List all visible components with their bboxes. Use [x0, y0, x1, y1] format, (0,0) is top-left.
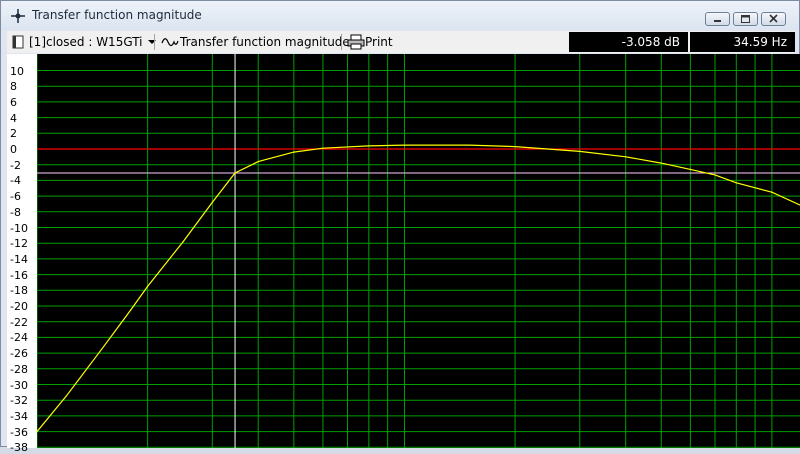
title-bar[interactable]: Transfer function magnitude — [1, 1, 799, 30]
curve-point — [368, 145, 370, 147]
y-tick-label: -6 — [10, 190, 21, 204]
y-tick-label: 0 — [10, 143, 17, 156]
curve-point — [182, 241, 184, 243]
y-tick-label: 2 — [10, 127, 17, 141]
y-tick-label: 10 — [10, 64, 24, 78]
curve-point — [293, 151, 295, 153]
y-tick-label: -28 — [10, 362, 28, 376]
y-tick-label: -2 — [10, 158, 21, 172]
y-tick-label: -12 — [10, 237, 28, 251]
y-tick-label: -32 — [10, 394, 28, 408]
curve-point — [660, 162, 662, 164]
toolbar-separator — [154, 34, 155, 50]
crosshair-icon — [11, 9, 25, 23]
y-tick-label: -4 — [10, 174, 21, 188]
y-tick-label: -26 — [10, 347, 28, 361]
print-button[interactable]: Print — [347, 31, 393, 53]
y-tick-label: -16 — [10, 268, 28, 282]
curve-point — [211, 201, 213, 203]
magnitude-plot[interactable] — [37, 54, 800, 448]
y-tick-label: 4 — [10, 111, 17, 125]
curve-point — [625, 156, 627, 158]
measurement-label: [1]closed : W15GTi — [29, 35, 143, 49]
printer-icon — [347, 34, 365, 50]
level-readout: -3.058 dB — [569, 32, 688, 52]
view-selector[interactable]: Transfer function magnitude — [160, 31, 370, 53]
curve-point — [65, 395, 67, 397]
curve-point — [579, 150, 581, 152]
curve-point — [234, 172, 236, 174]
waveform-icon — [161, 38, 179, 47]
y-tick-label: -24 — [10, 331, 28, 345]
y-tick-label: -20 — [10, 300, 28, 313]
y-tick-label: 8 — [10, 80, 17, 94]
frequency-readout: 34.59 Hz — [690, 32, 795, 52]
y-tick-label: -18 — [10, 284, 28, 298]
close-icon — [769, 14, 778, 23]
y-tick-label: -22 — [10, 315, 28, 329]
curve-point — [689, 168, 692, 170]
curve-point — [403, 144, 406, 146]
y-tick-label: -34 — [10, 409, 28, 423]
window-title: Transfer function magnitude — [32, 8, 202, 22]
toolbar-separator — [341, 34, 342, 50]
print-label: Print — [365, 35, 393, 49]
close-button[interactable] — [761, 12, 786, 26]
plot-background — [37, 54, 800, 448]
curve-point — [514, 146, 516, 148]
maximize-icon — [741, 15, 750, 23]
minimize-button[interactable] — [705, 12, 730, 26]
curve-point — [130, 309, 132, 311]
curve-point — [468, 144, 470, 146]
y-tick-label: -30 — [10, 378, 28, 392]
y-tick-label: -14 — [10, 252, 28, 266]
curve-point — [101, 348, 103, 350]
curve-point — [714, 174, 716, 176]
y-tick-label: 6 — [10, 95, 17, 109]
y-tick-label: -10 — [10, 221, 28, 235]
plot-area[interactable]: 10 8 6 4 2 0 -2 -4 -6 -8 -10 -12 -14 -16 -18 -20 -22 -24 -… — [7, 54, 800, 453]
y-axis: 10 8 6 4 2 0 -2 -4 -6 -8 -10 -12 -14 -16 -18 -20 -22 -24 -… — [7, 54, 37, 453]
document-icon — [12, 35, 24, 49]
chevron-down-icon — [147, 40, 156, 44]
curve-point — [771, 191, 773, 193]
curve-point — [257, 161, 259, 163]
y-tick-label: -8 — [10, 205, 21, 219]
y-tick-label: -38 — [10, 441, 28, 454]
curve-point — [735, 182, 737, 184]
minimize-icon — [714, 20, 721, 22]
app-window: Transfer function magnitude [1]closed : … — [0, 0, 800, 453]
maximize-button[interactable] — [733, 12, 758, 26]
view-label: Transfer function magnitude — [180, 35, 350, 49]
measurement-selector[interactable]: [1]closed : W15GTi — [9, 31, 161, 53]
y-tick-label: -36 — [10, 425, 28, 439]
curve-point — [147, 285, 149, 287]
curve-point — [322, 147, 324, 149]
